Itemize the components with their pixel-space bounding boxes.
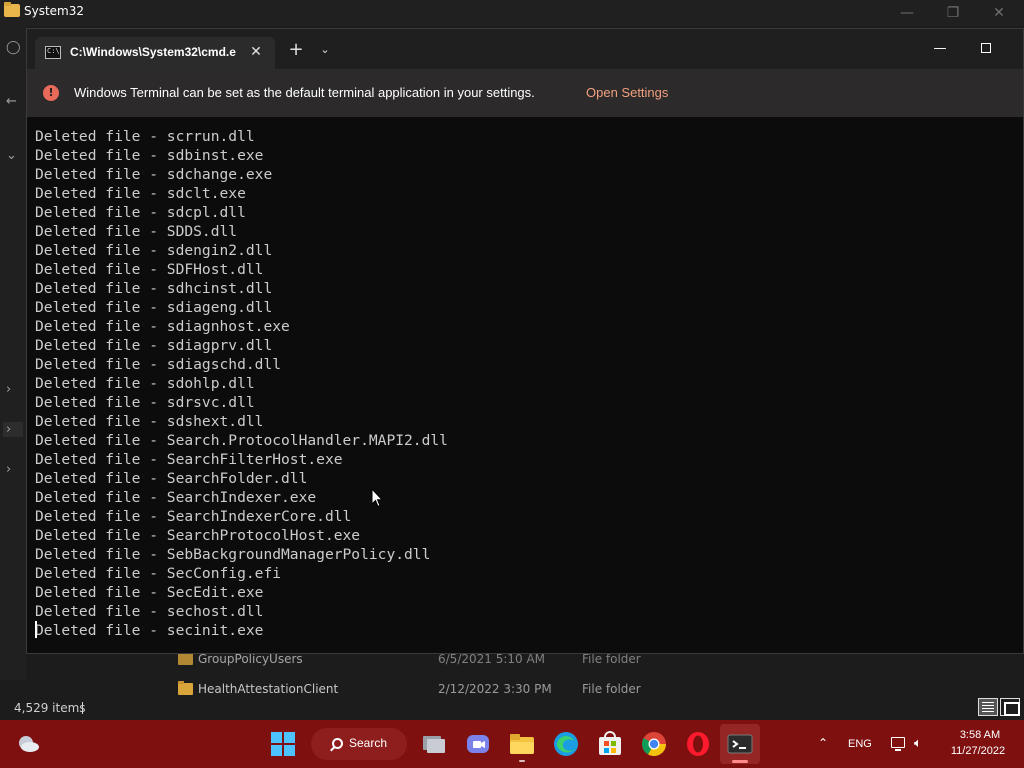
- explorer-restore-button[interactable]: ❐: [930, 2, 976, 24]
- file-explorer-icon[interactable]: [508, 730, 536, 758]
- console-line: Deleted file - sdcpl.dll: [35, 204, 246, 221]
- explorer-status-bar: 4,529 items: [0, 696, 1024, 720]
- console-line: Deleted file - sdiagprv.dll: [35, 337, 273, 354]
- console-line: Deleted file - SebBackgroundManagerPolic…: [35, 546, 431, 563]
- details-view-button[interactable]: [978, 698, 998, 716]
- default-terminal-infobar: ! Windows Terminal can be set as the def…: [27, 69, 1023, 117]
- console-line: Deleted file - SearchIndexer.exe: [35, 489, 317, 506]
- console-line: Deleted file - sdrsvc.dll: [35, 394, 255, 411]
- console-line: Deleted file - Search.ProtocolHandler.MA…: [35, 432, 448, 449]
- file-date: 2/12/2022 3:30 PM: [438, 682, 552, 696]
- console-line: Deleted file - SDFHost.dll: [35, 261, 264, 278]
- console-line: Deleted file - sdclt.exe: [35, 185, 246, 202]
- explorer-close-button[interactable]: ✕: [976, 2, 1022, 24]
- chevron-right-icon[interactable]: ›: [6, 382, 11, 397]
- console-line: Deleted file - secinit.exe: [35, 622, 264, 639]
- console-line: Deleted file - SDDS.dll: [35, 223, 238, 240]
- chevron-down-icon[interactable]: ⌄: [316, 43, 334, 57]
- microsoft-store-icon[interactable]: [596, 730, 624, 758]
- back-arrow-icon[interactable]: ←: [6, 94, 17, 109]
- start-button[interactable]: [271, 732, 295, 756]
- taskbar-search-button[interactable]: Search: [311, 728, 407, 760]
- item-count: 4,529 items: [14, 701, 86, 715]
- terminal-titlebar[interactable]: C:\Windows\System32\cmd.e ✕ + ⌄ —: [27, 29, 1023, 69]
- file-name: GroupPolicyUsers: [198, 652, 303, 666]
- language-indicator[interactable]: ENG: [848, 738, 872, 750]
- console-line: Deleted file - SearchProtocolHost.exe: [35, 527, 361, 544]
- console-line: Deleted file - sdiagschd.dll: [35, 356, 282, 373]
- info-icon: !: [43, 85, 59, 101]
- console-line: Deleted file - SecEdit.exe: [35, 584, 264, 601]
- file-type: File folder: [582, 682, 641, 696]
- console-line: Deleted file - sechost.dll: [35, 603, 264, 620]
- chrome-icon[interactable]: [640, 730, 668, 758]
- console-line: Deleted file - scrrun.dll: [35, 128, 255, 145]
- file-date: 6/5/2021 5:10 AM: [438, 652, 546, 666]
- terminal-icon[interactable]: [726, 730, 754, 758]
- console-line: Deleted file - SearchFolder.dll: [35, 470, 308, 487]
- text-cursor: [35, 621, 37, 638]
- search-icon: [332, 738, 343, 749]
- new-tab-button[interactable]: +: [287, 41, 305, 59]
- console-line: Deleted file - sdhcinst.dll: [35, 280, 273, 297]
- console-lines: Deleted file - scrrun.dll Deleted file - …: [35, 127, 448, 640]
- console-line: Deleted file - SearchFilterHost.exe: [35, 451, 343, 468]
- weather-icon[interactable]: [16, 733, 40, 755]
- console-line: Deleted file - sdohlp.dll: [35, 375, 255, 392]
- open-settings-link[interactable]: Open Settings: [586, 85, 668, 100]
- tab-title: C:\Windows\System32\cmd.e: [70, 45, 236, 59]
- tiles-view-button[interactable]: [1000, 698, 1020, 716]
- console-line: Deleted file - sdshext.dll: [35, 413, 264, 430]
- chevron-right-icon[interactable]: ›: [3, 422, 23, 437]
- explorer-titlebar: System32 — ❐ ✕: [0, 0, 1024, 26]
- network-icon[interactable]: [891, 737, 905, 751]
- terminal-window: C:\Windows\System32\cmd.e ✕ + ⌄ — ! Wind…: [26, 28, 1024, 654]
- active-app-indicator: [732, 760, 748, 763]
- close-tab-icon[interactable]: ✕: [247, 43, 265, 61]
- opera-icon[interactable]: [684, 730, 712, 758]
- clock-date[interactable]: 11/27/2022: [946, 745, 1010, 757]
- task-view-icon[interactable]: [420, 730, 448, 758]
- edge-icon[interactable]: [552, 730, 580, 758]
- tab-cmd[interactable]: C:\Windows\System32\cmd.e ✕: [35, 37, 275, 69]
- console-line: Deleted file - sdiageng.dll: [35, 299, 273, 316]
- terminal-minimize-button[interactable]: —: [917, 37, 963, 59]
- console-line: Deleted file - SearchIndexerCore.dll: [35, 508, 352, 525]
- file-type: File folder: [582, 652, 641, 666]
- teams-chat-icon[interactable]: [464, 730, 492, 758]
- folder-icon: [178, 651, 193, 665]
- explorer-minimize-button[interactable]: —: [884, 2, 930, 24]
- console-line: Deleted file - sdbinst.exe: [35, 147, 264, 164]
- explorer-nav-strip: ◯ ← ⌄ › › ›: [0, 26, 26, 680]
- file-name: HealthAttestationClient: [198, 682, 339, 696]
- status-divider: [82, 702, 83, 714]
- search-label: Search: [349, 736, 388, 750]
- explorer-title: System32: [24, 4, 85, 18]
- search-icon[interactable]: ◯: [6, 40, 21, 55]
- clock-time[interactable]: 3:58 AM: [950, 729, 1010, 741]
- chevron-up-icon[interactable]: ⌃: [818, 736, 828, 750]
- console-line: Deleted file - SecConfig.efi: [35, 565, 282, 582]
- folder-icon: [178, 681, 193, 695]
- cmd-icon: [45, 46, 61, 59]
- running-indicator: [519, 760, 525, 762]
- console-line: Deleted file - sdiagnhost.exe: [35, 318, 290, 335]
- console-line: Deleted file - sdengin2.dll: [35, 242, 273, 259]
- console-line: Deleted file - sdchange.exe: [35, 166, 273, 183]
- volume-icon[interactable]: 🔈︎: [914, 736, 922, 751]
- folder-icon: [4, 2, 20, 17]
- chevron-right-icon[interactable]: ›: [6, 462, 11, 477]
- terminal-maximize-button[interactable]: [963, 37, 1009, 59]
- chevron-down-icon[interactable]: ⌄: [6, 148, 17, 163]
- infobar-message: Windows Terminal can be set as the defau…: [74, 85, 535, 100]
- console-output[interactable]: Deleted file - scrrun.dll Deleted file - …: [27, 125, 1023, 651]
